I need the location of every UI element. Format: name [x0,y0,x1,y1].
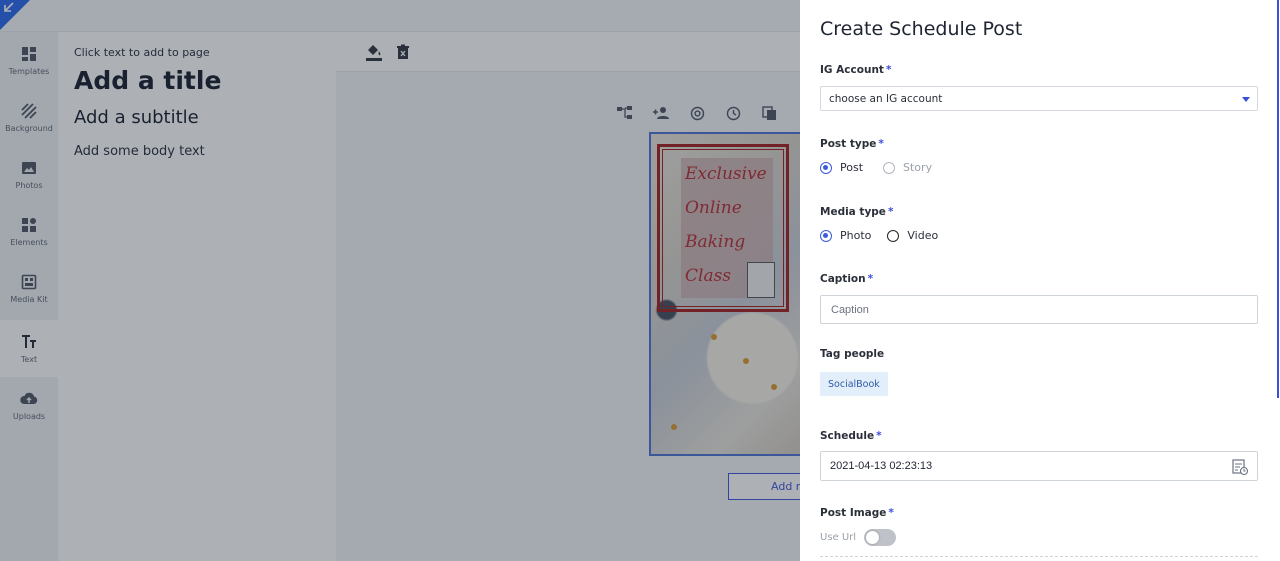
ig-account-label: IG Account * [820,64,892,76]
clock-icon[interactable] [724,104,742,122]
crumb-decoration [671,424,677,430]
schedule-label: Schedule * [820,430,882,442]
add-page-label: Add n [771,480,803,493]
uploads-icon [20,390,38,408]
tag-chip-socialbook[interactable]: SocialBook [820,372,888,396]
schedule-value: 2021-04-13 02:23:13 [830,460,933,472]
text-panel: Click text to add to page Add a title Ad… [58,32,336,561]
crumb-decoration [771,384,777,390]
arrow-down-left-icon [4,2,14,12]
hierarchy-icon[interactable] [616,104,634,122]
text-panel-hint: Click text to add to page [74,46,210,59]
calendar-clock-icon[interactable] [1231,458,1249,476]
required-mark: * [885,64,892,76]
required-mark: * [878,138,884,150]
required-mark: * [876,430,882,442]
elements-icon [20,216,38,234]
required-mark: * [887,206,894,218]
radio-photo-label[interactable]: Photo [840,229,871,242]
panel-title: Create Schedule Post [820,18,1023,40]
sidebar-item-label: Background [5,124,53,133]
sidebar-item-label: Elements [10,238,48,247]
background-icon [20,102,38,120]
add-body-text[interactable]: Add some body text [74,144,205,159]
use-url-label: Use Url [820,532,857,543]
caption-label: Caption * [820,273,874,285]
use-url-row: Use Url [820,529,897,546]
add-title-text[interactable]: Add a title [74,66,221,95]
mention-icon[interactable] [688,104,706,122]
sidebar-rail: Templates Background Photos Elements Med… [0,32,58,561]
media-type-options: Photo Video [820,229,938,242]
collapse-corner-button[interactable] [0,0,30,30]
required-mark: * [867,273,874,285]
canvas-word-3[interactable]: Baking [685,232,745,252]
media-kit-icon [20,273,38,291]
post-image-label: Post Image * [820,507,894,519]
add-person-icon[interactable] [652,104,670,122]
fill-color-icon[interactable] [364,42,384,62]
text-icon [20,333,38,351]
caption-input[interactable] [820,295,1258,324]
design-canvas-page[interactable]: Exclusive Online Baking Class [649,132,809,456]
crumb-decoration [743,358,749,364]
required-mark: * [888,507,894,519]
add-subtitle-text[interactable]: Add a subtitle [74,107,199,128]
sidebar-item-background[interactable]: Background [0,89,58,146]
ig-account-value: choose an IG account [829,92,943,105]
schedule-datetime-input[interactable]: 2021-04-13 02:23:13 [820,451,1258,481]
radio-story-label[interactable]: Story [903,161,932,174]
canvas-word-1[interactable]: Exclusive [685,164,767,184]
scrollbar[interactable] [1277,0,1279,398]
sidebar-item-label: Uploads [12,412,46,421]
photos-icon [20,159,38,177]
duplicate-icon[interactable] [760,104,778,122]
tag-people-label: Tag people [820,348,885,360]
post-type-options: Post Story [820,161,932,174]
delete-icon[interactable] [393,42,413,62]
sidebar-item-media-kit[interactable]: Media Kit [0,260,58,317]
radio-post-label[interactable]: Post [840,161,863,174]
sidebar-item-uploads[interactable]: Uploads [0,377,58,434]
canvas-word-4[interactable]: Class [685,266,731,286]
canvas-word-2[interactable]: Online [685,198,742,218]
templates-icon [20,45,38,63]
post-type-label: Post type * [820,138,884,150]
radio-video-label[interactable]: Video [907,229,938,242]
caret-down-icon [1242,97,1250,102]
oven-illustration [747,262,775,298]
use-url-toggle[interactable] [864,529,897,546]
create-schedule-post-panel: Create Schedule Post IG Account * choose … [800,0,1280,561]
sidebar-item-label: Photos [15,181,43,190]
ig-account-select[interactable]: choose an IG account [820,86,1258,111]
sidebar-item-label: Text [20,355,38,364]
sidebar-item-elements[interactable]: Elements [0,203,58,260]
sidebar-item-photos[interactable]: Photos [0,146,58,203]
radio-story[interactable] [883,161,896,174]
image-dropzone-edge[interactable] [820,556,1258,557]
sidebar-item-label: Templates [8,67,50,76]
radio-video[interactable] [887,229,900,242]
page-tools [616,104,816,124]
radio-post[interactable] [820,161,832,174]
sidebar-item-text[interactable]: Text [0,320,58,377]
sidebar-item-label: Media Kit [10,295,48,304]
radio-photo[interactable] [820,229,832,242]
sidebar-item-templates[interactable]: Templates [0,32,58,89]
crumb-decoration [711,334,717,340]
media-type-label: Media type * [820,206,894,218]
